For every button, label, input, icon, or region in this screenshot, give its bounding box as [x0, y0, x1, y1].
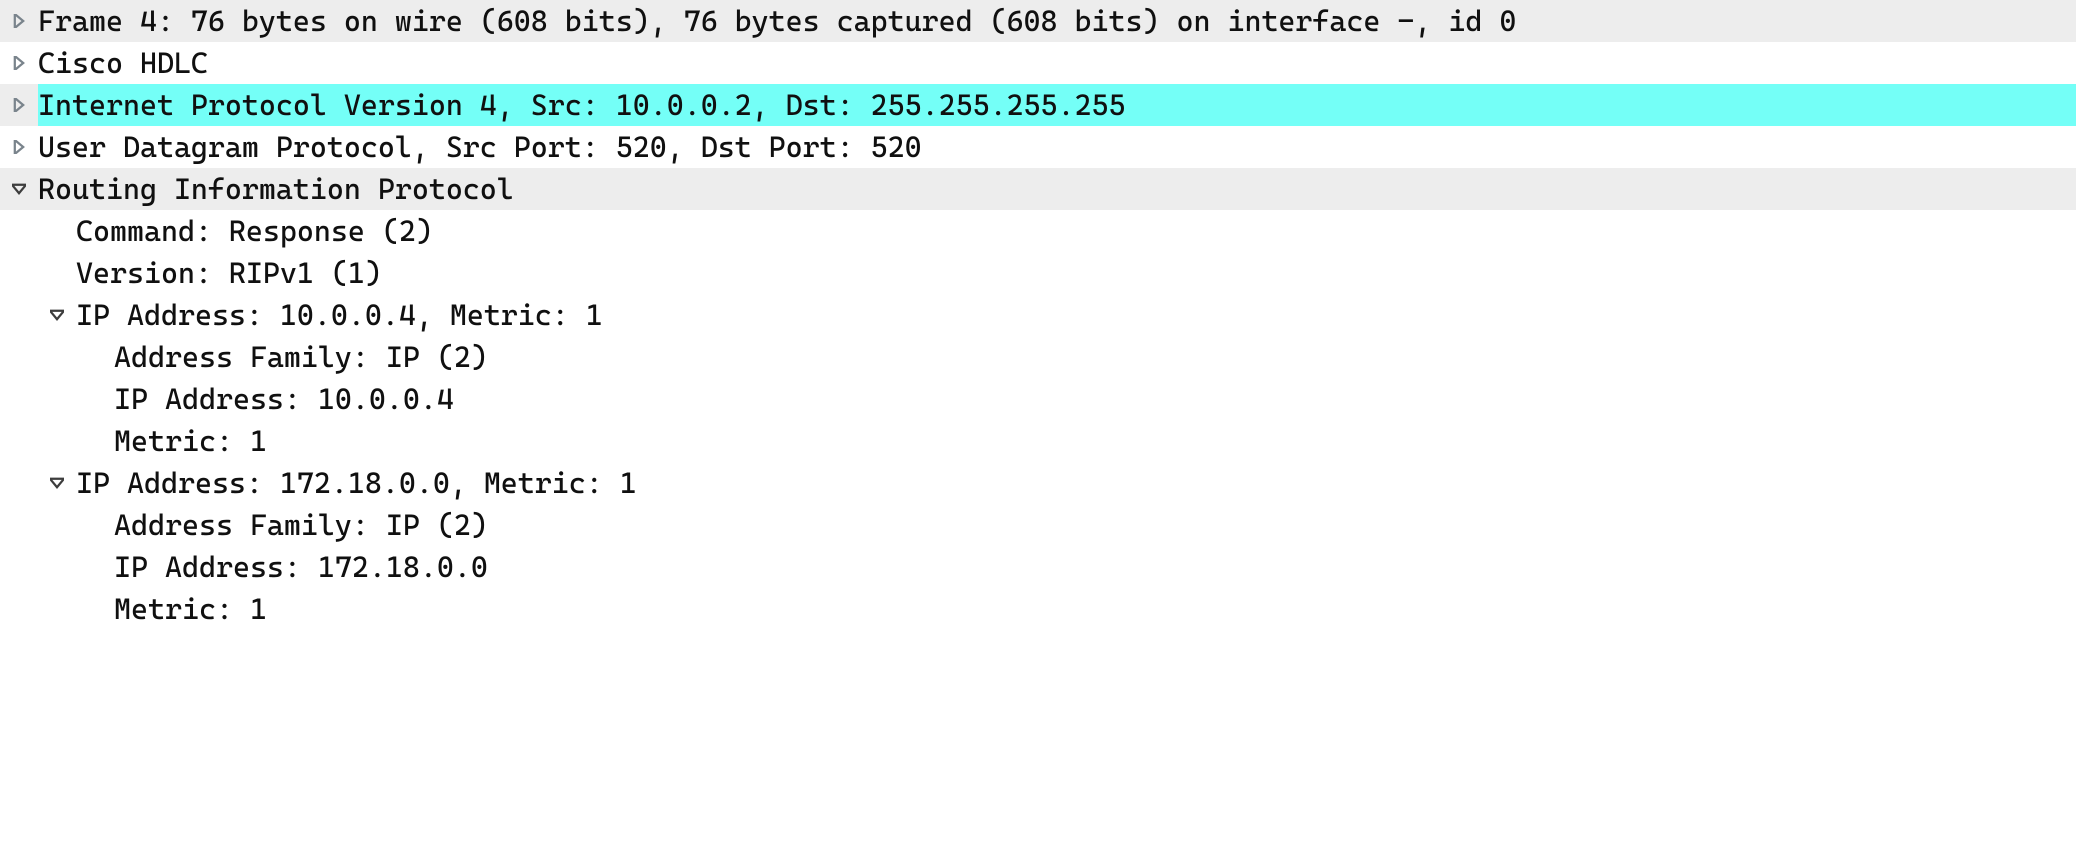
tree-item-rip-route-family[interactable]: Address Family: IP (2) [0, 504, 2076, 546]
tree-item-rip[interactable]: Routing Information Protocol [0, 168, 2076, 210]
rip-summary: Routing Information Protocol [38, 168, 2076, 210]
tree-item-frame[interactable]: Frame 4: 76 bytes on wire (608 bits), 76… [0, 0, 2076, 42]
chdlc-summary: Cisco HDLC [38, 42, 2076, 84]
chevron-down-icon [0, 182, 38, 196]
tree-item-rip-route[interactable]: IP Address: 10.0.0.4, Metric: 1 [0, 294, 2076, 336]
rip-route-family: Address Family: IP (2) [0, 504, 488, 546]
rip-version: Version: RIPv1 (1) [0, 252, 382, 294]
tree-item-rip-command[interactable]: Command: Response (2) [0, 210, 2076, 252]
tree-item-rip-route-addr[interactable]: IP Address: 172.18.0.0 [0, 546, 2076, 588]
rip-command: Command: Response (2) [0, 210, 433, 252]
chevron-right-icon [0, 140, 38, 154]
tree-item-rip-route-family[interactable]: Address Family: IP (2) [0, 336, 2076, 378]
rip-route-summary: IP Address: 10.0.0.4, Metric: 1 [76, 294, 2076, 336]
tree-item-udp[interactable]: User Datagram Protocol, Src Port: 520, D… [0, 126, 2076, 168]
rip-route-family: Address Family: IP (2) [0, 336, 488, 378]
ip-summary: Internet Protocol Version 4, Src: 10.0.0… [38, 84, 2076, 126]
tree-item-rip-route-addr[interactable]: IP Address: 10.0.0.4 [0, 378, 2076, 420]
rip-route-summary: IP Address: 172.18.0.0, Metric: 1 [76, 462, 2076, 504]
rip-route-addr: IP Address: 10.0.0.4 [0, 378, 454, 420]
chevron-down-icon [38, 308, 76, 322]
tree-item-rip-version[interactable]: Version: RIPv1 (1) [0, 252, 2076, 294]
tree-item-chdlc[interactable]: Cisco HDLC [0, 42, 2076, 84]
tree-item-rip-route-metric[interactable]: Metric: 1 [0, 588, 2076, 630]
frame-summary: Frame 4: 76 bytes on wire (608 bits), 76… [38, 0, 2076, 42]
tree-item-ip[interactable]: Internet Protocol Version 4, Src: 10.0.0… [0, 84, 2076, 126]
tree-item-rip-route-metric[interactable]: Metric: 1 [0, 420, 2076, 462]
rip-route-metric: Metric: 1 [0, 420, 267, 462]
chevron-right-icon [0, 56, 38, 70]
chevron-right-icon [0, 98, 38, 112]
tree-item-rip-route[interactable]: IP Address: 172.18.0.0, Metric: 1 [0, 462, 2076, 504]
rip-route-metric: Metric: 1 [0, 588, 267, 630]
chevron-down-icon [38, 476, 76, 490]
rip-route-addr: IP Address: 172.18.0.0 [0, 546, 488, 588]
udp-summary: User Datagram Protocol, Src Port: 520, D… [38, 126, 2076, 168]
chevron-right-icon [0, 14, 38, 28]
